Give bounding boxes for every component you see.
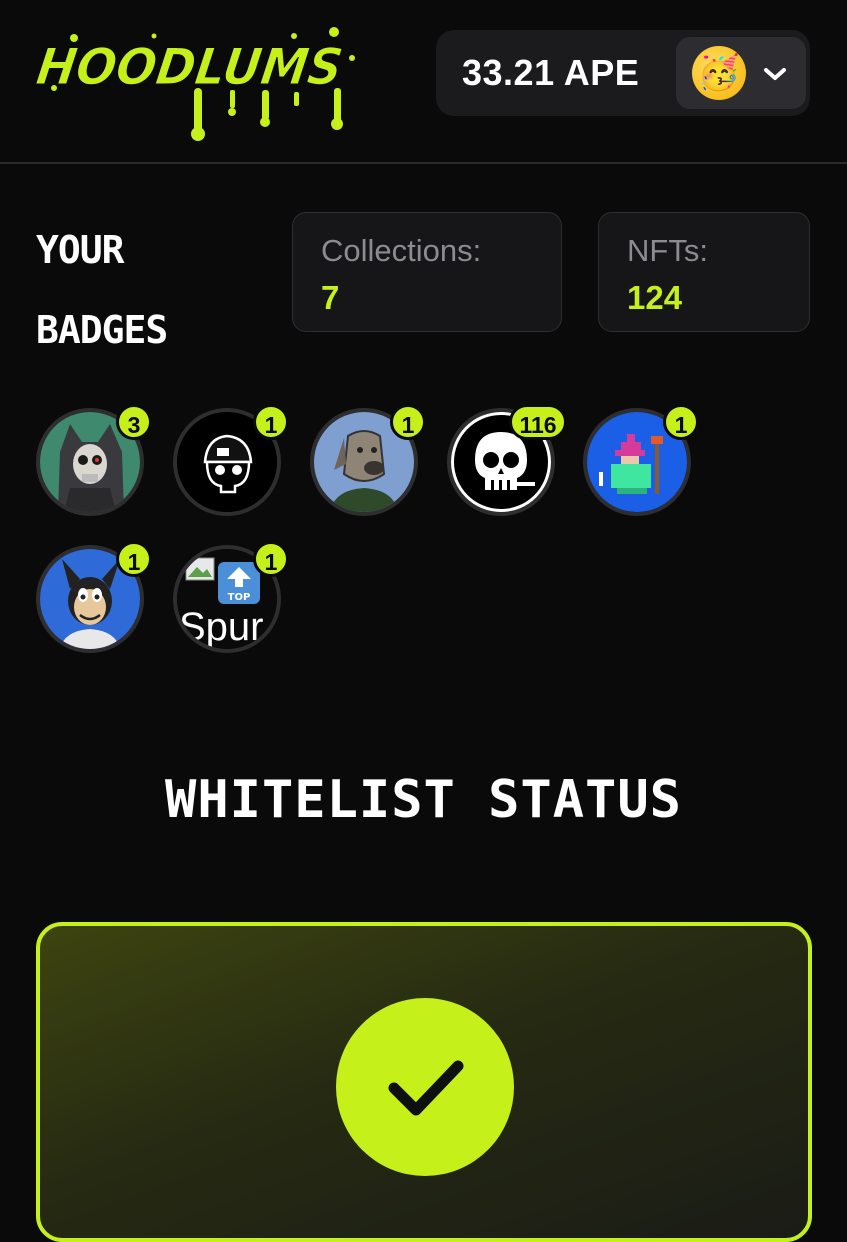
nfts-stat: NFTs: 124 <box>598 212 810 332</box>
wallet-widget[interactable]: 33.21 APE 🥳 <box>436 30 810 116</box>
ape-balance: 33.21 APE <box>462 52 640 93</box>
badge-item[interactable]: 3 <box>36 404 152 516</box>
logo-text: HOODLUMS <box>34 37 346 96</box>
badge-count: 1 <box>253 541 289 577</box>
nfts-label: NFTs: <box>627 233 708 268</box>
badge-item[interactable]: 1 <box>173 404 289 516</box>
check-icon <box>388 1060 464 1116</box>
collections-label: Collections: <box>321 233 482 268</box>
app-header: HOODLUMS 33.21 APE 🥳 <box>0 0 847 164</box>
badges-heading: YOUR BADGES <box>36 210 236 370</box>
badge-count: 1 <box>663 404 699 440</box>
hoodlums-logo[interactable]: HOODLUMS <box>33 18 364 146</box>
badge-item[interactable]: 1 <box>36 541 152 653</box>
collections-value: 7 <box>321 279 340 316</box>
collections-stat: Collections: 7 <box>292 212 562 332</box>
whitelist-status-card <box>36 922 812 1242</box>
badges-heading-line2: BADGES <box>36 308 168 352</box>
badge-count: 116 <box>509 404 567 440</box>
badge-item[interactable]: 1 <box>310 404 426 516</box>
badge-item[interactable]: 116 <box>447 404 567 516</box>
badge-count: 3 <box>116 404 152 440</box>
badges-heading-line1: YOUR <box>36 228 125 272</box>
account-menu-button[interactable]: 🥳 <box>676 37 806 109</box>
whitelist-status-heading: WHITELIST STATUS <box>165 770 682 830</box>
chevron-down-icon <box>764 68 786 80</box>
avatar: 🥳 <box>692 46 746 100</box>
svg-text:TOP: TOP <box>228 592 251 603</box>
broken-image-alt-text: Spur <box>179 605 264 649</box>
badge-count: 1 <box>390 404 426 440</box>
badge-count: 1 <box>116 541 152 577</box>
status-check-badge <box>336 998 514 1176</box>
badge-item[interactable]: 1 <box>583 404 699 516</box>
badge-item[interactable]: TOP Spur 1 <box>173 541 289 653</box>
nfts-value: 124 <box>627 279 683 316</box>
badge-count: 1 <box>253 404 289 440</box>
